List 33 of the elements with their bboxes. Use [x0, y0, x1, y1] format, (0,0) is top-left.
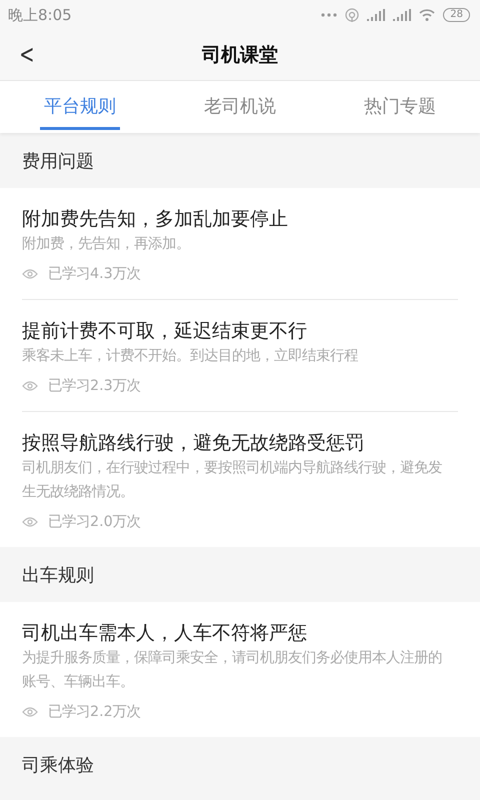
article-summary: 司机朋友们，在行驶过程中，要按照司机端内导航路线行驶，避免发生无故绕路情况。: [22, 459, 443, 502]
section-header: 出车规则: [21, 564, 95, 588]
signal-icon: [393, 9, 412, 21]
view-count: 已学习4.3万次: [48, 265, 141, 283]
article-item[interactable]: 提前计费不可取，延迟结束更不行 乘客未上车，计费不开始。到达目的地，立即结束行程 已学习2.3万次: [22, 300, 458, 412]
article-summary: 乘客未上车，计费不开始。到达目的地，立即结束行程: [22, 346, 359, 366]
page-title: 司机课堂: [202, 43, 278, 68]
signal-icon: [367, 9, 386, 21]
wifi-icon: [419, 9, 436, 21]
article-title: 按照导航路线行驶，避免无故绕路受惩罚: [22, 431, 365, 456]
article-title: 附加费先告知，多加乱加要停止: [22, 207, 289, 232]
eye-icon: [22, 268, 38, 278]
article-item[interactable]: 附加费先告知，多加乱加要停止 附加费，先告知，再添加。 已学习4.3万次: [22, 188, 458, 300]
more-icon: [321, 13, 338, 17]
view-count: 已学习2.3万次: [48, 377, 141, 395]
article-item[interactable]: 按照导航路线行驶，避免无故绕路受惩罚 司机朋友们，在行驶过程中，要按照司机端内导航路线行驶，避免发生无故绕路情况。 已学习2.0万次: [22, 412, 458, 547]
article-title: 提前计费不可取，延迟结束更不行: [22, 319, 308, 344]
eye-icon: [22, 706, 38, 716]
section-header: 司乘体验: [21, 754, 95, 778]
article-summary: 附加费，先告知，再添加。: [22, 235, 191, 254]
back-button[interactable]: <: [15, 38, 39, 72]
battery-level: 28: [443, 8, 470, 22]
view-count: 已学习2.0万次: [48, 513, 141, 531]
section-header: 费用问题: [21, 150, 95, 174]
status-time: 晚上8:05: [8, 6, 72, 24]
article-title: 司机出车需本人，人车不符将严惩: [22, 621, 308, 646]
tab[interactable]: 热门专题: [320, 81, 480, 133]
hotspot-icon: [345, 8, 360, 22]
eye-icon: [22, 516, 38, 526]
article-summary: 为提升服务质量，保障司乘安全，请司机朋友们务必使用本人注册的账号、车辆出车。: [22, 648, 443, 692]
view-count: 已学习2.2万次: [48, 703, 141, 721]
eye-icon: [22, 380, 38, 390]
tab[interactable]: 老司机说: [160, 81, 320, 133]
